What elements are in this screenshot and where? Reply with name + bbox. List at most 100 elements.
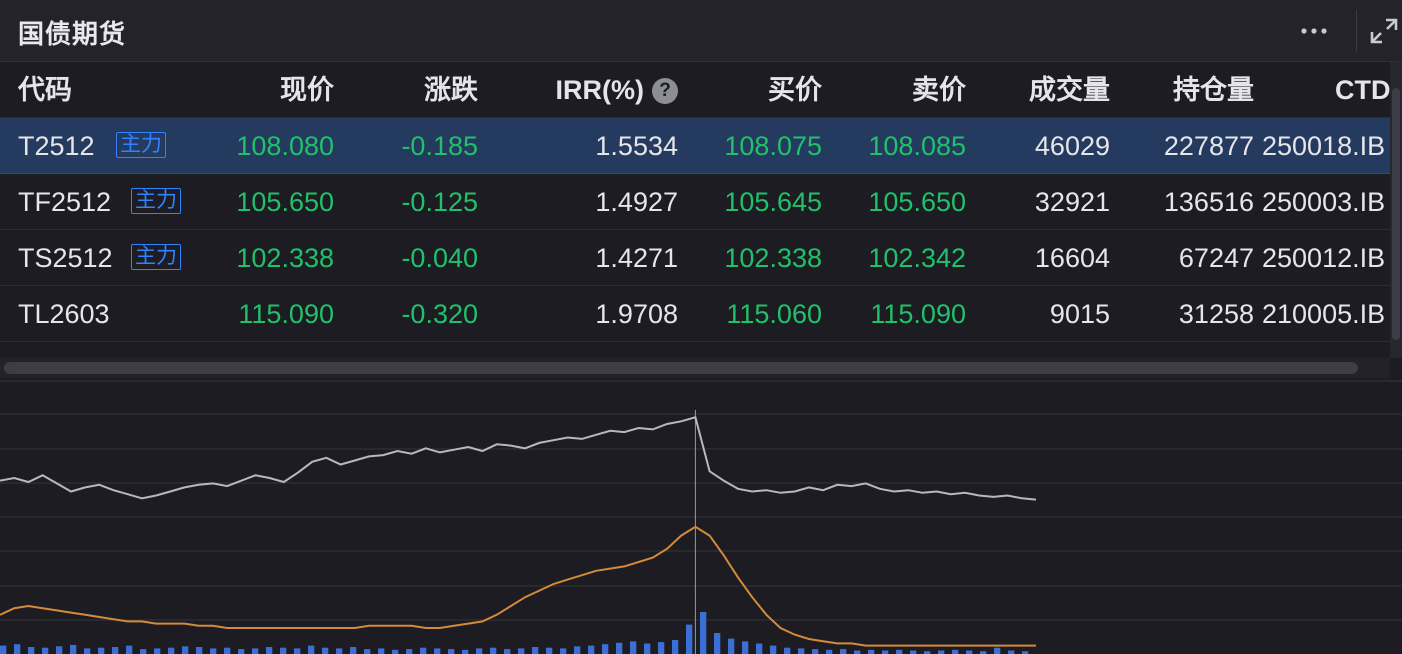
volume-bar bbox=[854, 650, 861, 654]
volume-bar bbox=[140, 649, 147, 654]
bid-price: 102.338 bbox=[724, 243, 822, 273]
volume-bar bbox=[588, 645, 595, 654]
volume-bar bbox=[770, 645, 777, 654]
volume-bar bbox=[280, 647, 287, 654]
table-row[interactable]: TL2603 115.090 -0.320 1.9708 115.060 115… bbox=[0, 286, 1390, 342]
price-change: -0.185 bbox=[401, 131, 478, 161]
volume-bar bbox=[126, 645, 133, 654]
volume-bar bbox=[238, 649, 245, 654]
volume-bar bbox=[966, 650, 973, 654]
price-change: -0.320 bbox=[401, 299, 478, 329]
bid-price: 115.060 bbox=[726, 299, 822, 329]
table-row[interactable]: TF2512 主力 105.650 -0.125 1.4927 105.645 … bbox=[0, 174, 1390, 230]
open-interest: 67247 bbox=[1178, 243, 1254, 273]
volume-bar bbox=[210, 648, 217, 654]
volume-bar bbox=[336, 648, 343, 654]
expand-button[interactable] bbox=[1366, 14, 1402, 48]
horizontal-scrollbar-thumb[interactable] bbox=[4, 362, 1358, 374]
volume-bar bbox=[196, 647, 203, 654]
column-header-bid[interactable]: 买价 bbox=[688, 62, 822, 118]
volume-bar bbox=[560, 648, 567, 654]
volume-bar bbox=[182, 646, 189, 654]
expand-icon bbox=[1370, 18, 1398, 44]
last-price: 105.650 bbox=[236, 187, 334, 217]
volume-bar bbox=[672, 640, 679, 654]
main-contract-badge: 主力 bbox=[131, 188, 181, 214]
volume-bar bbox=[658, 642, 665, 654]
volume-bar bbox=[784, 647, 791, 654]
contract-code: TL2603 bbox=[18, 299, 110, 329]
volume-bar bbox=[952, 649, 959, 654]
volume-bar bbox=[910, 650, 917, 654]
volume-bar bbox=[532, 647, 539, 654]
volume-bar bbox=[84, 648, 91, 654]
volume-bar bbox=[1008, 650, 1015, 654]
volume-bar bbox=[70, 644, 77, 654]
volume-bar bbox=[742, 641, 749, 654]
volume-bar bbox=[868, 649, 875, 654]
last-price: 102.338 bbox=[236, 243, 334, 273]
more-icon[interactable] bbox=[1296, 14, 1332, 46]
contract-code: T2512 bbox=[18, 131, 95, 161]
vertical-scrollbar-thumb[interactable] bbox=[1392, 88, 1400, 340]
last-price: 108.080 bbox=[236, 131, 334, 161]
ctd-bond: 250003.IB bbox=[1262, 187, 1386, 217]
ask-price: 115.090 bbox=[870, 299, 966, 329]
intraday-chart[interactable] bbox=[0, 382, 1402, 654]
ask-price: 108.085 bbox=[868, 131, 966, 161]
panel-header: 国债期货 bbox=[0, 0, 1402, 62]
ctd-bond: 210005.IB bbox=[1262, 299, 1386, 329]
table-row[interactable]: T2512 主力 108.080 -0.185 1.5534 108.075 1… bbox=[0, 118, 1390, 174]
volume-bar bbox=[798, 648, 805, 654]
irr-value: 1.4927 bbox=[595, 187, 678, 217]
volume: 32921 bbox=[1034, 187, 1110, 217]
open-interest: 31258 bbox=[1178, 299, 1254, 329]
main-contract-badge: 主力 bbox=[131, 244, 181, 270]
contract-code: TS2512 bbox=[18, 243, 113, 273]
volume-bar bbox=[378, 648, 385, 654]
column-header-volume[interactable]: 成交量 bbox=[976, 62, 1110, 118]
volume-bar bbox=[28, 647, 35, 654]
volume-bar bbox=[224, 647, 231, 654]
volume-bar bbox=[826, 649, 833, 654]
volume-bar bbox=[896, 649, 903, 654]
column-header-code[interactable]: 代码 bbox=[18, 62, 72, 118]
column-header-open-interest[interactable]: 持仓量 bbox=[1120, 62, 1254, 118]
column-header-irr[interactable]: IRR(%)? bbox=[500, 62, 678, 118]
table-row[interactable]: TS2512 主力 102.338 -0.040 1.4271 102.338 … bbox=[0, 230, 1390, 286]
last-price: 115.090 bbox=[238, 299, 334, 329]
open-interest: 227877 bbox=[1163, 131, 1254, 161]
volume-bar bbox=[546, 647, 553, 654]
volume-bar bbox=[308, 645, 315, 654]
volume-bar bbox=[938, 650, 945, 654]
volume-bar bbox=[518, 648, 525, 654]
volume-bar bbox=[252, 648, 259, 654]
volume: 16604 bbox=[1034, 243, 1110, 273]
volume-bar bbox=[154, 648, 161, 654]
column-header-price[interactable]: 现价 bbox=[200, 62, 334, 118]
table-header-row: 代码 现价 涨跌 IRR(%)? 买价 卖价 成交量 持仓量 CTD bbox=[0, 62, 1391, 118]
volume: 9015 bbox=[1049, 299, 1110, 329]
help-icon[interactable]: ? bbox=[652, 78, 678, 104]
volume-bar bbox=[686, 624, 693, 654]
irr-label: IRR(%) bbox=[555, 75, 645, 105]
volume-bar bbox=[994, 647, 1001, 654]
volume-bar bbox=[266, 647, 273, 654]
column-header-change[interactable]: 涨跌 bbox=[344, 62, 478, 118]
volume-bar bbox=[420, 647, 427, 654]
series-line-price bbox=[0, 416, 1037, 501]
ask-price: 102.342 bbox=[868, 243, 966, 273]
volume-bar bbox=[840, 649, 847, 654]
volume-bar bbox=[756, 643, 763, 654]
volume-bar bbox=[350, 647, 357, 654]
price-change: -0.040 bbox=[401, 243, 478, 273]
volume-bar bbox=[504, 649, 511, 654]
irr-value: 1.9708 bbox=[595, 299, 678, 329]
volume-bar bbox=[728, 638, 735, 654]
volume-bar bbox=[98, 647, 105, 654]
volume-bar bbox=[616, 642, 623, 654]
panel-title: 国债期货 bbox=[18, 19, 127, 49]
more-horizontal-icon bbox=[1301, 28, 1327, 34]
volume-bar bbox=[462, 649, 469, 654]
column-header-ask[interactable]: 卖价 bbox=[832, 62, 966, 118]
